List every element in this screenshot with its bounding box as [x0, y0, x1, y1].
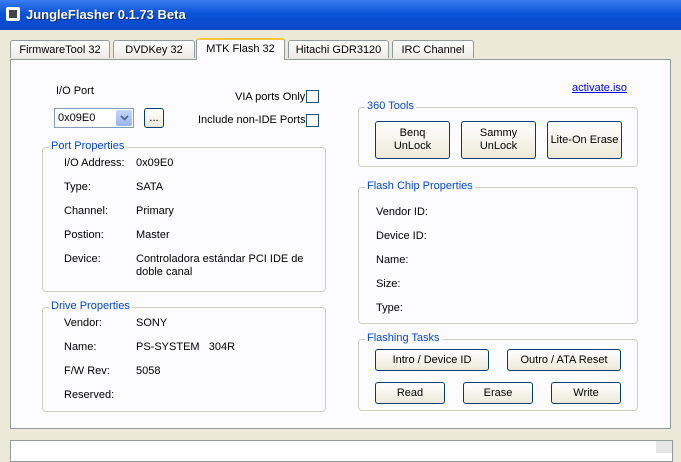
include-non-ide-checkbox[interactable]: [306, 114, 319, 127]
reserved-label: Reserved:: [64, 389, 115, 401]
channel-value: Primary: [136, 205, 174, 217]
sammy-unlock-button[interactable]: Sammy UnLock: [461, 121, 536, 159]
tab-dvdkey[interactable]: DVDKey 32: [113, 40, 195, 58]
sammy-unlock-line2: UnLock: [479, 140, 518, 152]
position-value: Master: [136, 229, 170, 241]
app-icon: [6, 7, 20, 21]
tools-360-title: 360 Tools: [365, 100, 416, 112]
sammy-unlock-line1: Sammy: [479, 127, 518, 139]
fw-rev-value: 5058: [136, 365, 161, 377]
chip-size-label: Size:: [376, 278, 401, 290]
io-port-select[interactable]: 0x09E0: [54, 108, 134, 128]
io-address-label: I/O Address:: [64, 157, 125, 169]
vendor-value: SONY: [136, 317, 168, 329]
type-label: Type:: [64, 181, 91, 193]
chip-name-label: Name:: [376, 254, 409, 266]
device-value-line2: doble canal: [136, 266, 193, 278]
position-label: Postion:: [64, 229, 104, 241]
include-non-ide-label: Include non-IDE Ports: [198, 114, 306, 126]
liteon-erase-button[interactable]: Lite-On Erase: [547, 121, 622, 159]
fw-rev-label: F/W Rev:: [64, 365, 110, 377]
tab-hitachi[interactable]: Hitachi GDR3120: [288, 40, 389, 58]
drive-name-value: PS-SYSTEM 304R: [136, 341, 236, 353]
tab-mtk-flash[interactable]: MTK Flash 32: [196, 38, 285, 60]
via-ports-checkbox[interactable]: [306, 90, 319, 103]
device-id-label: Device ID:: [376, 230, 427, 242]
io-port-value: 0x09E0: [58, 112, 96, 124]
browse-port-button[interactable]: ...: [144, 108, 164, 128]
mtk-flash-panel: I/O Port 0x09E0 ... VIA ports Only Inclu…: [10, 59, 671, 429]
title-bar: JungleFlasher 0.1.73 Beta: [0, 0, 681, 30]
type-value: SATA: [136, 181, 164, 193]
device-value: Controladora estándar PCI IDE de: [136, 253, 304, 265]
via-ports-label: VIA ports Only: [235, 91, 306, 103]
erase-button[interactable]: Erase: [463, 382, 533, 404]
intro-device-id-button[interactable]: Intro / Device ID: [375, 349, 489, 371]
io-port-label: I/O Port: [56, 85, 94, 97]
port-properties-title: Port Properties: [49, 140, 127, 152]
tab-firmwaretool[interactable]: FirmwareTool 32: [10, 40, 110, 58]
chevron-down-icon[interactable]: [116, 110, 132, 126]
chip-type-label: Type:: [376, 302, 403, 314]
io-address-value: 0x09E0: [136, 157, 174, 169]
activate-iso-link[interactable]: activate.iso: [572, 82, 627, 94]
device-label: Device:: [64, 253, 101, 265]
benq-unlock-line1: Benq: [399, 127, 426, 139]
window-title: JungleFlasher 0.1.73 Beta: [26, 7, 186, 22]
drive-name-label: Name:: [64, 341, 97, 353]
vendor-id-label: Vendor ID:: [376, 206, 428, 218]
tab-irc-channel[interactable]: IRC Channel: [392, 40, 474, 58]
drive-properties-title: Drive Properties: [49, 300, 132, 312]
read-button[interactable]: Read: [375, 382, 445, 404]
channel-label: Channel:: [64, 205, 109, 217]
scrollbar-grip[interactable]: [656, 441, 672, 453]
flashing-tasks-title: Flashing Tasks: [365, 332, 442, 344]
vendor-label: Vendor:: [64, 317, 102, 329]
outro-ata-reset-button[interactable]: Outro / ATA Reset: [507, 349, 621, 371]
flash-chip-title: Flash Chip Properties: [365, 180, 475, 192]
log-output-box[interactable]: [10, 440, 673, 462]
write-button[interactable]: Write: [551, 382, 621, 404]
benq-unlock-line2: UnLock: [393, 140, 432, 152]
benq-unlock-button[interactable]: Benq UnLock: [375, 121, 450, 159]
